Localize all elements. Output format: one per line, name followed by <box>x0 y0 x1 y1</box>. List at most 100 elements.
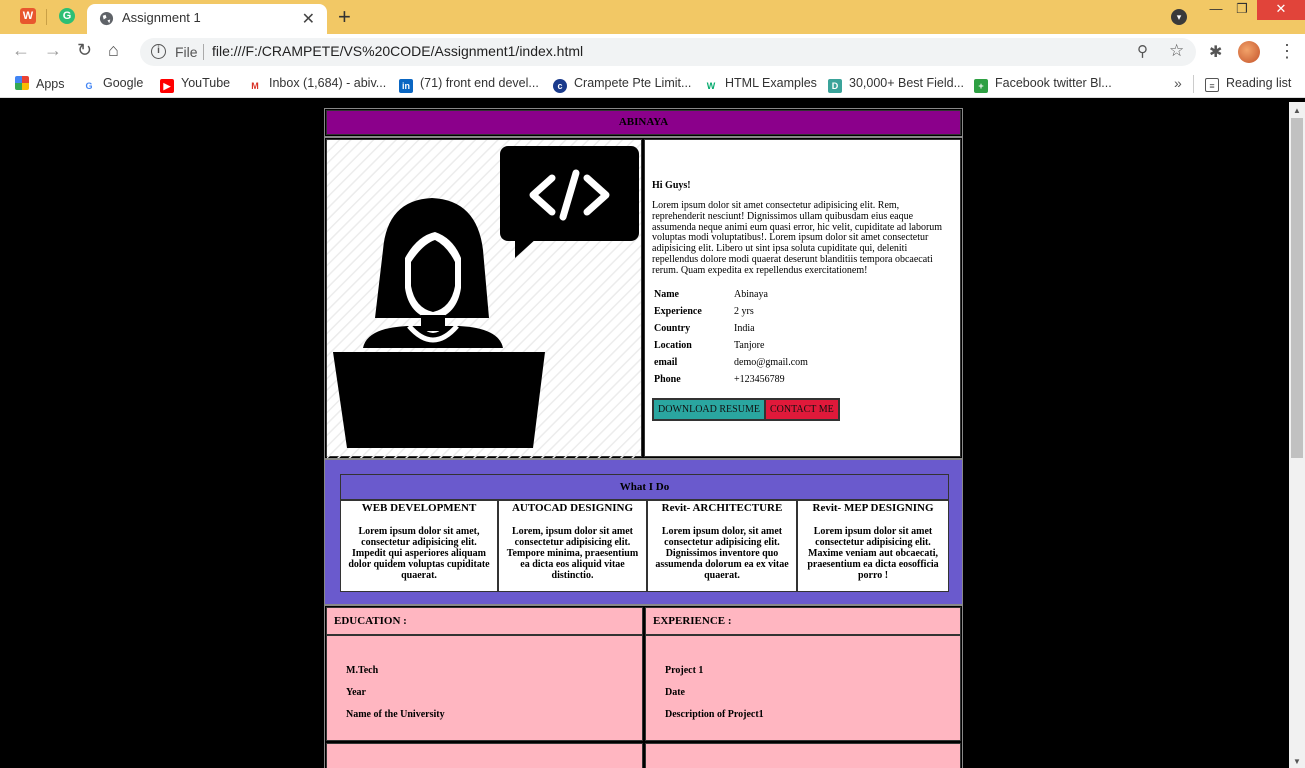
what-i-do-title: What I Do <box>340 474 949 500</box>
crampete-icon: c <box>553 79 567 93</box>
service-text: Lorem ipsum dolor sit amet consectetur a… <box>807 526 939 581</box>
bookmark-label: 30,000+ Best Field... <box>849 76 965 90</box>
bookmark-google[interactable]: G Google <box>82 76 143 93</box>
education-header-cell: EDUCATION : <box>326 607 643 635</box>
page-header-row: ABINAYA <box>324 108 963 137</box>
detail-value: demo@gmail.com <box>734 356 808 368</box>
detail-key: Location <box>654 339 692 351</box>
education-university: Name of the University <box>346 709 445 720</box>
url-text[interactable]: file:///F:/CRAMPETE/VS%20CODE/Assignment… <box>212 43 583 59</box>
bookmark-html-examples[interactable]: W HTML Examples <box>704 76 817 93</box>
bookmark-label: Facebook twitter Bl... <box>995 76 1112 90</box>
close-window-button[interactable]: ✕ <box>1257 0 1305 20</box>
detail-key: Country <box>654 322 691 334</box>
what-i-do-table: What I Do WEB DEVELOPMENT Lorem ipsum do… <box>340 474 949 592</box>
bookmark-label: HTML Examples <box>725 76 817 90</box>
bookmark-field[interactable]: D 30,000+ Best Field... <box>828 76 964 93</box>
w3schools-icon: W <box>704 79 718 93</box>
tab-separator <box>46 9 47 25</box>
reading-list-button[interactable]: ≡ Reading list <box>1205 76 1291 92</box>
back-arrow-icon[interactable]: ← <box>12 40 30 61</box>
bookmark-facebook[interactable]: + Facebook twitter Bl... <box>974 76 1112 93</box>
intro-row: Hi Guys! Lorem ipsum dolor sit amet cons… <box>324 137 963 459</box>
service-title: Revit- ARCHITECTURE <box>661 502 783 514</box>
page-scrollbar[interactable]: ▲ ▼ <box>1289 102 1305 768</box>
what-i-do-section: What I Do WEB DEVELOPMENT Lorem ipsum do… <box>324 459 963 605</box>
pinned-tab-g-icon[interactable]: G <box>59 8 75 24</box>
experience-header-cell: EXPERIENCE : <box>645 607 961 635</box>
tab-search-icon[interactable]: ▾ <box>1171 9 1187 25</box>
details-table: Name Abinaya Experience 2 yrs Country India… <box>652 286 810 390</box>
service-card: Revit- MEP DESIGNING Lorem ipsum dolor s… <box>797 500 949 592</box>
detail-key: email <box>654 356 678 368</box>
forward-arrow-icon[interactable]: → <box>44 40 62 61</box>
bookmark-apps[interactable]: Apps <box>15 76 65 91</box>
bookmarks-bar: Apps G Google ▶ YouTube M Inbox (1,684) - a… <box>0 70 1305 98</box>
detail-key: Experience <box>654 305 702 317</box>
zoom-icon[interactable]: ⚲ <box>1137 42 1148 60</box>
tab-title: Assignment 1 <box>122 10 201 25</box>
pinned-tab-w-icon[interactable]: W <box>20 8 36 24</box>
action-buttons: DOWNLOAD RESUME CONTACT ME <box>652 397 840 421</box>
education-degree: M.Tech <box>346 665 379 676</box>
new-tab-button[interactable]: + <box>338 4 351 30</box>
download-resume-button[interactable]: DOWNLOAD RESUME <box>653 398 765 420</box>
service-title: AUTOCAD DESIGNING <box>511 502 634 514</box>
bookmark-label: (71) front end devel... <box>420 76 539 90</box>
tab-close-icon[interactable]: ✕ <box>302 9 315 29</box>
extensions-icon[interactable]: ✱ <box>1209 42 1222 62</box>
detail-row: email demo@gmail.com <box>654 356 808 371</box>
developer-illustration-icon <box>327 140 641 458</box>
active-tab[interactable]: Assignment 1 ✕ <box>87 4 327 34</box>
contact-me-button[interactable]: CONTACT ME <box>764 398 839 420</box>
bookmark-separator <box>1193 75 1194 93</box>
address-divider <box>203 44 204 60</box>
scroll-down-icon[interactable]: ▼ <box>1293 757 1301 766</box>
bookmark-label: Apps <box>36 77 65 91</box>
profile-avatar[interactable] <box>1238 41 1260 63</box>
service-text: Lorem, ipsum dolor sit amet consectetur … <box>506 526 639 581</box>
bookmark-star-icon[interactable]: ☆ <box>1169 41 1184 61</box>
detail-key: Name <box>654 288 679 300</box>
experience-title: EXPERIENCE : <box>653 615 732 627</box>
more-bookmarks-button[interactable]: » <box>1174 75 1182 91</box>
service-card: Revit- ARCHITECTURE Lorem ipsum dolor, s… <box>647 500 797 592</box>
address-bar[interactable]: i File file:///F:/CRAMPETE/VS%20CODE/Ass… <box>140 38 1196 66</box>
info-icon[interactable]: i <box>151 44 166 59</box>
bookmark-label: Google <box>103 76 144 90</box>
service-text: Lorem ipsum dolor, sit amet consectetur … <box>655 526 789 581</box>
intro-paragraph: Lorem ipsum dolor sit amet consectetur a… <box>652 200 943 276</box>
bookmark-crampete[interactable]: c Crampete Pte Limit... <box>553 76 691 93</box>
bookmark-inbox[interactable]: M Inbox (1,684) - abiv... <box>248 76 386 93</box>
bookmark-label: Crampete Pte Limit... <box>574 76 692 90</box>
service-title: Revit- MEP DESIGNING <box>812 502 934 514</box>
page-header: ABINAYA <box>326 110 961 135</box>
home-icon[interactable]: ⌂ <box>108 40 119 61</box>
detail-value: India <box>734 322 755 334</box>
experience-next-cell <box>645 743 961 768</box>
detail-value: 2 yrs <box>734 305 754 317</box>
page-viewport[interactable]: ABINAYA Hi Guys! Lorem ipsum dolor sit a… <box>0 102 1289 768</box>
scroll-thumb[interactable] <box>1291 118 1303 458</box>
bookmark-youtube[interactable]: ▶ YouTube <box>160 76 230 93</box>
minimize-button[interactable]: — <box>1202 0 1230 20</box>
service-title: WEB DEVELOPMENT <box>361 502 477 514</box>
youtube-icon: ▶ <box>160 79 174 93</box>
scroll-up-icon[interactable]: ▲ <box>1293 106 1301 115</box>
service-text: Lorem ipsum dolor sit amet, consectetur … <box>348 526 490 581</box>
reload-icon[interactable]: ↻ <box>77 40 92 61</box>
detail-row: Name Abinaya <box>654 288 808 303</box>
detail-row: Phone +123456789 <box>654 373 808 388</box>
bookmark-linkedin[interactable]: in (71) front end devel... <box>399 76 539 93</box>
globe-icon <box>99 11 114 26</box>
education-detail-cell: M.Tech Year Name of the University <box>326 635 643 741</box>
profile-illustration <box>326 139 642 458</box>
facebook-ext-icon: + <box>974 79 988 93</box>
experience-description: Description of Project1 <box>665 709 764 720</box>
experience-date: Date <box>665 687 685 698</box>
maximize-button[interactable]: ❐ <box>1228 0 1256 20</box>
linkedin-icon: in <box>399 79 413 93</box>
detail-value: Tanjore <box>734 339 765 351</box>
education-year: Year <box>346 687 366 698</box>
menu-kebab-icon[interactable]: ⋮ <box>1278 41 1296 62</box>
